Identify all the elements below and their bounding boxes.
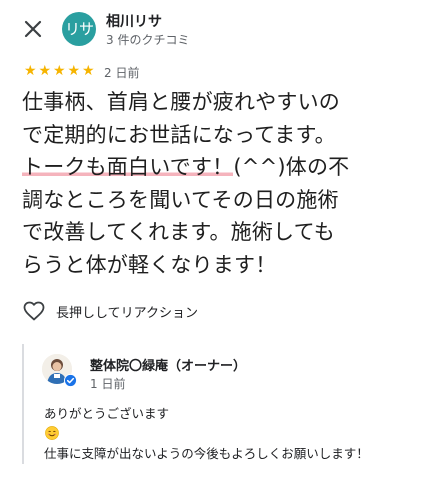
review-date: 2 日前 [104, 66, 140, 80]
star-icon: ★ [82, 63, 95, 79]
reviewer-review-count: 3 件のクチコミ [106, 33, 190, 47]
star-icon: ★ [53, 63, 66, 79]
owner-reply-date: 1 日前 [90, 377, 126, 391]
reviewer-avatar[interactable]: リサ [62, 12, 96, 46]
close-button[interactable] [20, 16, 46, 42]
reply-line-text: ありがとうございます [44, 406, 170, 421]
star-icon: ★ [24, 63, 37, 79]
reviewer-name[interactable]: 相川リサ [106, 11, 162, 31]
owner-name[interactable]: 整体院〇緑庵（オーナー） [90, 355, 246, 374]
review-line-rest: (^^)体の不 [233, 155, 350, 179]
reaction-label: 長押ししてリアクション [56, 305, 198, 321]
star-icon: ★ [38, 63, 52, 79]
review-line: 調なところを聞いてその日の施術 [22, 187, 339, 212]
verified-icon [64, 374, 77, 387]
review-line: で定期的にお世話になってます。 [22, 122, 336, 147]
star-icon: ★ [67, 63, 81, 79]
review-line: トークも面白いです！(^^)体の不 [22, 151, 414, 184]
review-text: 仕事柄、首肩と腰が疲れやすいの で定期的にお世話になってます。 トークも面白いで… [22, 86, 414, 281]
close-icon [24, 20, 42, 38]
review-line: 仕事柄、首肩と腰が疲れやすいの [22, 90, 340, 114]
smiling-face-emoji-icon [45, 426, 59, 440]
review-detail-page: リサ 相川リサ 3 件のクチコミ ★ ★ ★ ★ ★ 2 日前 仕事柄、首肩と腰… [0, 0, 423, 500]
review-line: で改善してくれます。施術しても [22, 220, 335, 244]
star-rating: ★ ★ ★ ★ ★ [24, 64, 97, 78]
reply-line: 仕事に支障が出ないようの今後もよろしくお願いします！ [44, 446, 369, 461]
reaction-button[interactable]: 長押ししてリアクション [22, 299, 198, 323]
highlighted-text: トークも面白いです！ [22, 155, 234, 179]
heart-outline-icon [23, 301, 45, 321]
review-line: らうと体が軽くなります！ [22, 252, 277, 277]
reply-line: ありがとうございます [44, 404, 369, 444]
owner-reply: 整体院〇緑庵（オーナー） 1 日前 ありがとうございます 仕事に支障が出ないよう… [22, 344, 414, 464]
owner-reply-text: ありがとうございます 仕事に支障が出ないようの今後もよろしくお願いします！ [44, 404, 369, 464]
